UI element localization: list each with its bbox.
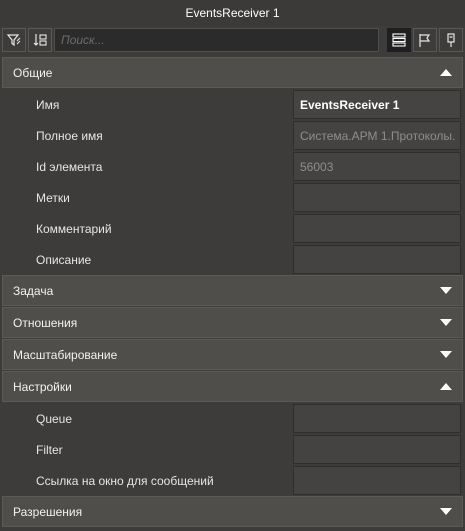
property-label: Метки — [36, 190, 70, 205]
filter-icon — [6, 34, 21, 47]
filter-button[interactable] — [2, 28, 26, 52]
property-label: Queue — [36, 411, 73, 426]
section-permissions-header[interactable]: Разрешения — [2, 496, 463, 527]
window-title-bar: EventsReceiver 1 — [0, 0, 465, 26]
description-field[interactable] — [293, 245, 461, 274]
pin-button[interactable] — [439, 28, 463, 52]
property-list: Общие Имя EventsReceiver 1 Полное имя Си… — [2, 57, 463, 528]
window-title: EventsReceiver 1 — [185, 6, 280, 20]
property-label: Ссылка на окно для сообщений — [36, 473, 214, 488]
property-row-description: Описание — [2, 244, 463, 275]
property-row-full-name: Полное имя Система.АРМ 1.Протоколы. — [2, 120, 463, 151]
property-row-name: Имя EventsReceiver 1 — [2, 89, 463, 120]
expand-arrow-icon[interactable] — [440, 351, 452, 358]
property-label: Filter — [36, 442, 63, 457]
section-scaling-header[interactable]: Масштабирование — [2, 339, 463, 370]
expand-arrow-icon[interactable] — [440, 319, 452, 326]
section-general-header[interactable]: Общие — [2, 57, 463, 88]
section-label: Разрешения — [13, 504, 83, 519]
section-label: Настройки — [13, 379, 72, 394]
tags-field[interactable] — [293, 183, 461, 212]
property-label: Полное имя — [36, 128, 103, 143]
section-label: Задача — [13, 283, 54, 298]
collapse-arrow-icon[interactable] — [440, 69, 452, 76]
comment-field[interactable] — [293, 214, 461, 243]
property-label: Id элемента — [36, 159, 103, 174]
section-settings-header[interactable]: Настройки — [2, 371, 463, 402]
property-row-comment: Комментарий — [2, 213, 463, 244]
property-row-message-window-link: Ссылка на окно для сообщений — [2, 465, 463, 496]
sort-button[interactable] — [28, 28, 52, 52]
section-label: Масштабирование — [13, 347, 118, 362]
name-field[interactable]: EventsReceiver 1 — [293, 90, 461, 119]
flag-icon — [419, 34, 431, 47]
property-label: Описание — [36, 252, 92, 267]
filter-field[interactable] — [293, 435, 461, 464]
expand-arrow-icon[interactable] — [440, 508, 452, 515]
section-label: Отношения — [13, 315, 78, 330]
property-label: Имя — [36, 97, 60, 112]
section-relations-header[interactable]: Отношения — [2, 307, 463, 338]
list-view-icon — [392, 33, 406, 47]
property-row-filter: Filter — [2, 434, 463, 465]
search-input[interactable] — [61, 33, 378, 47]
element-id-field: 56003 — [293, 152, 461, 181]
message-window-link-field[interactable] — [293, 466, 461, 495]
pin-icon — [447, 33, 455, 47]
queue-field[interactable] — [293, 404, 461, 433]
property-row-tags: Метки — [2, 182, 463, 213]
property-row-element-id: Id элемента 56003 — [2, 151, 463, 182]
sort-icon — [33, 34, 47, 46]
toolbar — [0, 26, 465, 54]
list-view-button[interactable] — [387, 28, 411, 52]
search-field[interactable] — [54, 28, 379, 52]
property-label: Комментарий — [36, 221, 112, 236]
section-label: Общие — [13, 65, 53, 80]
collapse-arrow-icon[interactable] — [440, 383, 452, 390]
flag-button[interactable] — [413, 28, 437, 52]
section-task-header[interactable]: Задача — [2, 275, 463, 306]
property-row-queue: Queue — [2, 403, 463, 434]
full-name-field: Система.АРМ 1.Протоколы. — [293, 121, 461, 150]
expand-arrow-icon[interactable] — [440, 287, 452, 294]
